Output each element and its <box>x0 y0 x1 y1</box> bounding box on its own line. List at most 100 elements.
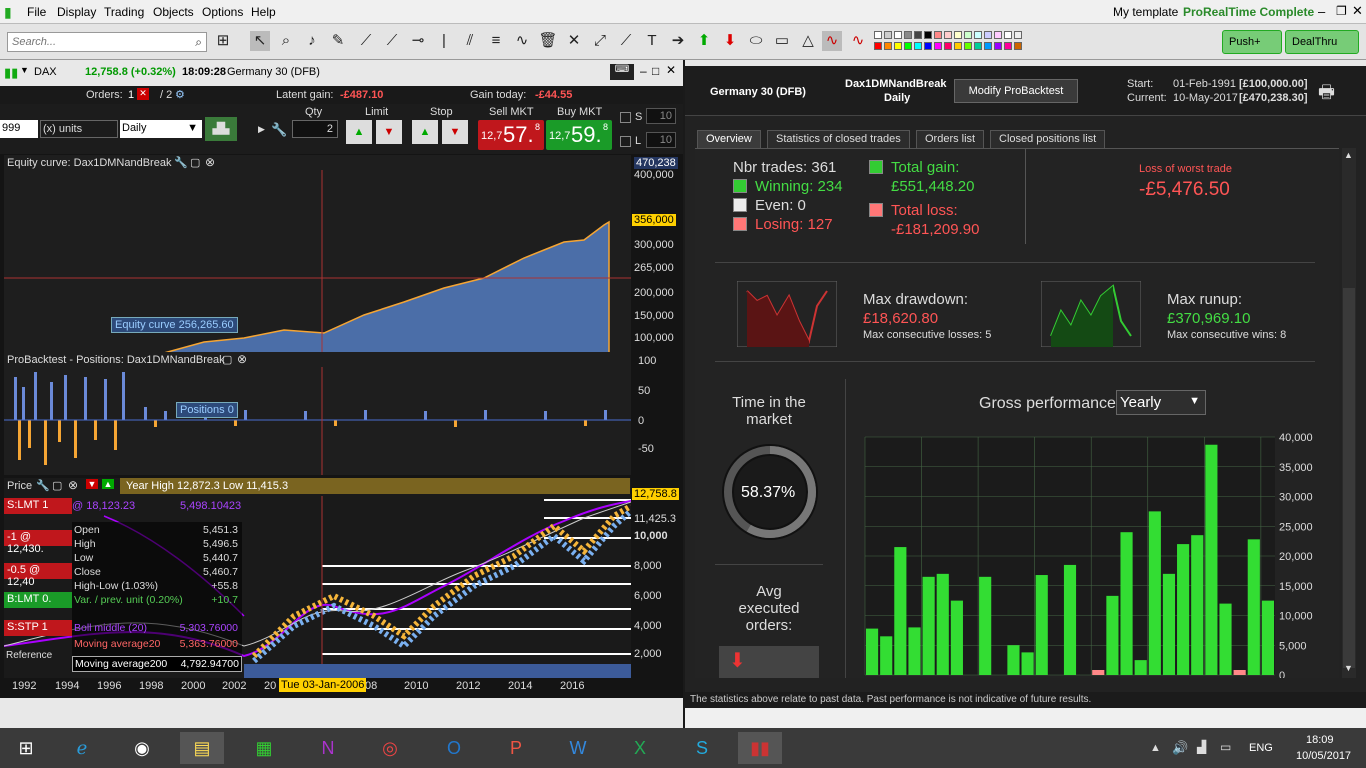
store-icon[interactable]: ▦ <box>242 732 286 764</box>
arrow-up-icon[interactable]: ⬆ <box>694 31 714 51</box>
windows-start-icon[interactable]: ⊞ <box>4 732 48 764</box>
sell-arrow-icon[interactable]: ▼ <box>86 479 98 489</box>
strategy-icon[interactable]: ▟▙ <box>205 117 237 141</box>
ruler-icon[interactable]: ✎ <box>328 31 348 51</box>
qty-input[interactable]: 2 <box>292 120 338 138</box>
line-icon[interactable]: ⟋ <box>356 31 376 51</box>
word-icon[interactable]: W <box>556 732 600 764</box>
menu-display[interactable]: Display <box>57 5 96 19</box>
wrench-icon[interactable]: 🔧 <box>36 479 50 492</box>
rectangle-icon[interactable]: ▭ <box>772 31 792 51</box>
l-input[interactable]: 10 <box>646 132 676 148</box>
tab-overview[interactable]: Overview <box>697 130 761 148</box>
horizontal-line-icon[interactable]: ⊸ <box>408 31 428 51</box>
menu-help[interactable]: Help <box>251 5 276 19</box>
modify-probacktest-button[interactable]: Modify ProBacktest <box>954 79 1078 103</box>
explorer-icon[interactable]: ▤ <box>180 732 224 764</box>
tab-orders-list[interactable]: Orders list <box>916 130 985 148</box>
close-panel-icon[interactable]: ⊗ <box>68 478 78 492</box>
search-box[interactable]: ⌕ <box>7 32 207 52</box>
text-icon[interactable]: T <box>642 31 662 51</box>
s-checkbox[interactable] <box>620 112 631 123</box>
settings-icon[interactable]: ⚙ <box>175 88 185 101</box>
minimize-icon[interactable]: – <box>1318 4 1325 19</box>
wrench-icon[interactable]: 🔧 <box>174 156 188 169</box>
cursor-icon[interactable]: ↖ <box>250 31 270 51</box>
expand-icon[interactable]: ▶ <box>258 124 265 135</box>
arrow-right-icon[interactable]: ➔ <box>668 31 688 51</box>
keyboard-icon[interactable]: ⌨ <box>610 64 634 80</box>
tab-closed-positions[interactable]: Closed positions list <box>990 130 1106 148</box>
color-palette[interactable] <box>874 31 1026 53</box>
sell-mkt-button[interactable]: 12,7 57. 8 <box>478 120 544 150</box>
limit-buy-icon[interactable]: ▲ <box>346 120 372 144</box>
trash-icon[interactable]: 🗑 <box>538 31 558 51</box>
window-icon[interactable]: ▢ <box>222 353 232 366</box>
screenshot-icon[interactable]: ⊞ <box>213 31 233 51</box>
clock-time[interactable]: 18:09 <box>1306 734 1334 746</box>
minimize-icon[interactable]: – <box>640 64 647 78</box>
trendline-icon[interactable]: ⟋ <box>382 31 402 51</box>
skype-icon[interactable]: S <box>680 732 724 764</box>
outlook-icon[interactable]: O <box>432 732 476 764</box>
timeframe-select[interactable]: Daily ▼ <box>120 120 202 138</box>
window-icon[interactable]: ▢ <box>190 156 200 169</box>
arrow-down-icon[interactable]: ⬇ <box>720 31 740 51</box>
template-menu[interactable]: My template <box>1113 5 1178 19</box>
print-icon[interactable]: 🖶 <box>1318 80 1335 110</box>
close-icon[interactable]: ✕ <box>666 63 676 77</box>
powerpoint-icon[interactable]: P <box>494 732 538 764</box>
order-tag-5[interactable]: S:STP 1 <box>4 620 72 636</box>
alert-icon[interactable]: ♪ <box>302 31 322 51</box>
orders-count[interactable]: 1 <box>128 89 134 101</box>
clock-date[interactable]: 10/05/2017 <box>1296 750 1351 762</box>
order-tag-4[interactable]: B:LMT 0. <box>4 592 72 608</box>
menu-trading[interactable]: Trading <box>104 5 144 19</box>
search-input[interactable] <box>8 33 183 51</box>
menu-file[interactable]: File <box>27 5 46 19</box>
stop-buy-icon[interactable]: ▲ <box>412 120 438 144</box>
zoom-icon[interactable]: ⌕ <box>276 31 296 51</box>
close-panel-icon[interactable]: ⊗ <box>237 352 247 366</box>
tab-statistics[interactable]: Statistics of closed trades <box>767 130 910 148</box>
period-select[interactable]: Yearly ▼ <box>1116 390 1206 415</box>
chart-style2-icon[interactable]: ∿ <box>848 31 868 51</box>
close-panel-icon[interactable]: ⊗ <box>205 155 215 169</box>
window-icon[interactable]: ▢ <box>52 479 62 492</box>
volume-icon[interactable]: 🔊 <box>1172 740 1188 756</box>
chrome-icon[interactable]: ◎ <box>368 732 412 764</box>
units-input[interactable]: 999 <box>0 120 38 138</box>
instrument-name[interactable]: DAX <box>34 66 57 78</box>
s-input[interactable]: 10 <box>646 108 676 124</box>
order-tag-1[interactable]: S:LMT 1 <box>4 498 72 514</box>
menu-options[interactable]: Options <box>202 5 243 19</box>
vertical-line-icon[interactable]: | <box>434 31 454 51</box>
vertical-scrollbar[interactable]: ▲ ▼ <box>1342 148 1356 678</box>
dealthru-button[interactable]: DealThru <box>1285 30 1359 54</box>
maximize-icon[interactable]: □ <box>652 64 659 78</box>
ellipse-icon[interactable]: ⬭ <box>746 31 766 51</box>
search-icon[interactable]: ⌕ <box>195 35 202 50</box>
media-icon[interactable]: ◉ <box>120 732 164 764</box>
battery-icon[interactable]: ▭ <box>1220 740 1231 754</box>
wrench-icon[interactable]: 🔧 <box>271 122 287 138</box>
triangle-icon[interactable]: △ <box>798 31 818 51</box>
language-indicator[interactable]: ENG <box>1249 742 1273 754</box>
cancel-orders-icon[interactable]: ✕ <box>137 88 149 100</box>
units-type-select[interactable]: (x) units <box>40 120 118 138</box>
order-tag-3[interactable]: -0.5 @ 12,40 <box>4 563 72 588</box>
buy-mkt-button[interactable]: 12,7 59. 8 <box>546 120 612 150</box>
wave-icon[interactable]: ∿ <box>512 31 532 51</box>
network-icon[interactable]: ▟ <box>1197 740 1206 754</box>
chart-style-icon[interactable]: ∿ <box>822 31 842 51</box>
l-checkbox[interactable] <box>620 136 631 147</box>
dropdown-icon[interactable]: ▼ <box>20 65 29 75</box>
restore-icon[interactable]: ❐ <box>1336 4 1347 18</box>
pitchfork-icon[interactable]: ⟋ <box>616 31 636 51</box>
tray-chevron-icon[interactable]: ▲ <box>1150 742 1161 754</box>
fibonacci-icon[interactable]: ≡ <box>486 31 506 51</box>
excel-icon[interactable]: X <box>618 732 662 764</box>
arrows-icon[interactable]: ⤢ <box>590 31 610 51</box>
limit-sell-icon[interactable]: ▼ <box>376 120 402 144</box>
push-button[interactable]: Push+ <box>1222 30 1282 54</box>
